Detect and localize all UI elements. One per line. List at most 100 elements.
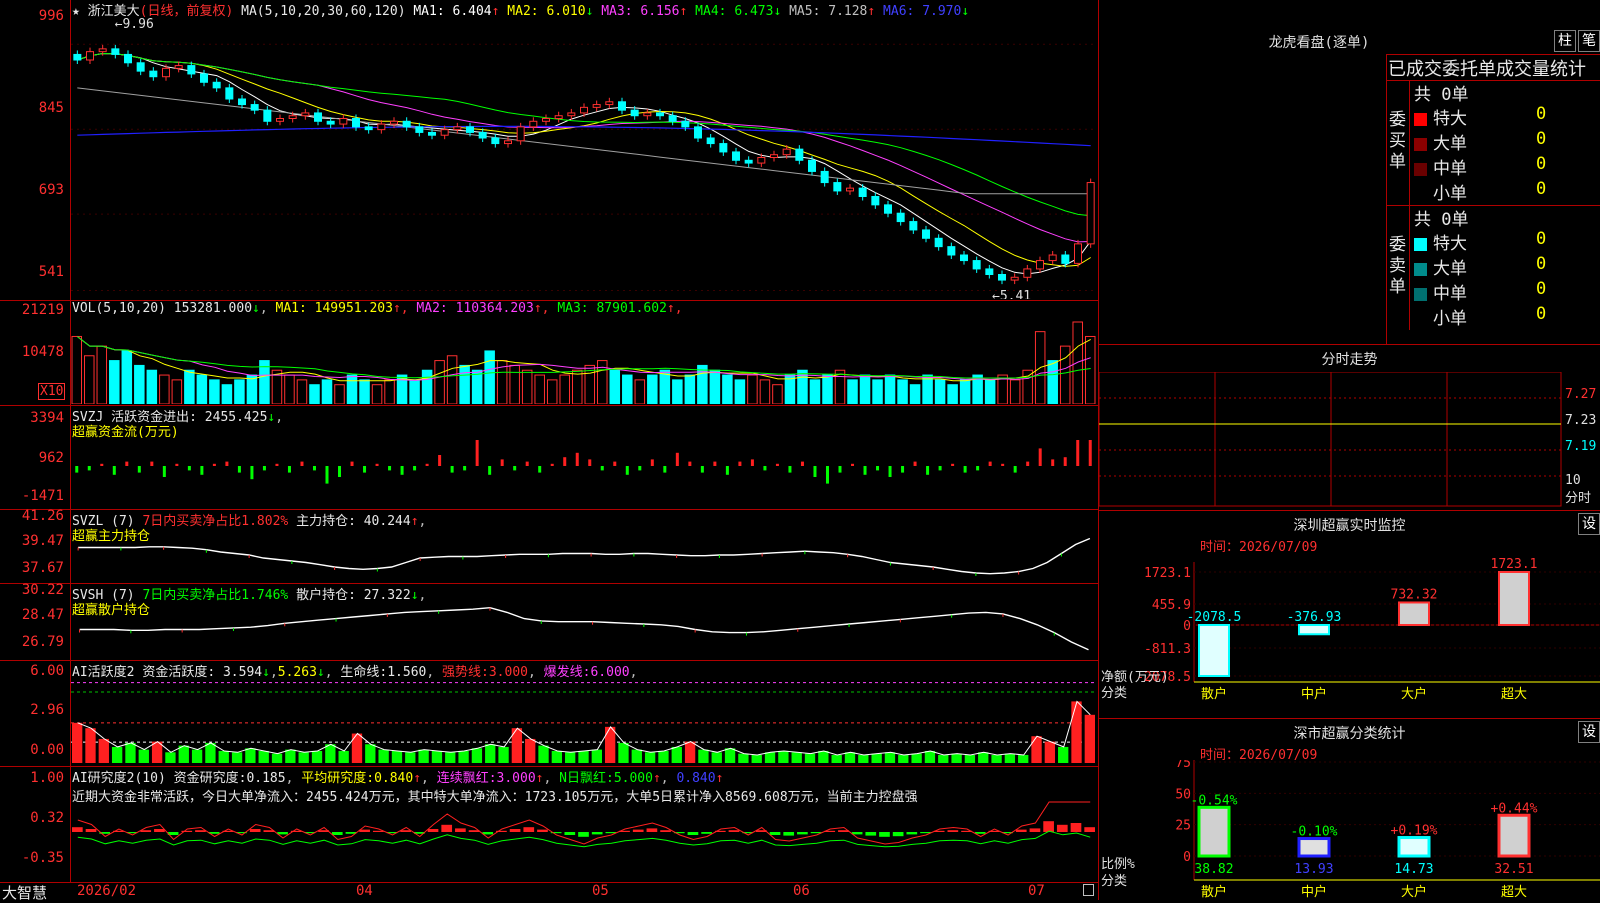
activity-bar [565, 752, 576, 763]
activity-bar [1071, 701, 1082, 763]
tick-mode-button[interactable]: 笔 [1578, 30, 1600, 52]
svzl-ratio: 7日内买卖净占比1.802% [142, 514, 289, 529]
research-bar [564, 832, 576, 835]
ai1-title: AI活跃度2 [72, 665, 135, 680]
volume-bar [459, 364, 470, 404]
volume-bar [296, 379, 308, 404]
activity-bar [191, 749, 203, 763]
research-bar [1043, 821, 1054, 832]
volume-bar [559, 374, 570, 404]
svsh-chart[interactable] [71, 600, 1097, 659]
flow-bar [838, 466, 842, 473]
volume-bar [521, 369, 533, 404]
monitor-settings-button[interactable]: 设 [1578, 513, 1600, 535]
svsh-label: 散户持仓: [296, 588, 356, 603]
flow-bar [851, 463, 855, 466]
flow-bar [976, 466, 980, 471]
research-bar [277, 832, 288, 835]
research-bar [947, 830, 959, 832]
research-bar [400, 830, 411, 832]
candle [846, 187, 854, 192]
flow-bar [650, 459, 654, 466]
ratio-change-label: +0.19% [1391, 824, 1438, 839]
volume-bar [221, 384, 233, 404]
bar-mode-button[interactable]: 柱 [1554, 30, 1576, 52]
intraday-label: 分时 [1565, 491, 1591, 506]
flow-bar [600, 466, 604, 471]
candle [554, 115, 563, 120]
flow-bar [488, 466, 492, 475]
classify-settings-button[interactable]: 设 [1578, 721, 1600, 743]
candle [314, 112, 322, 122]
activity-bar [751, 754, 762, 763]
research-bar [372, 830, 384, 832]
volume-bar [546, 379, 558, 404]
category-label: 散户 [1201, 686, 1227, 702]
ai2-label4: N日飘红: [559, 771, 614, 786]
side-label: 分类 [1101, 686, 1127, 701]
ai2-value1: 0.185 [246, 771, 286, 786]
candle [744, 159, 753, 164]
candle [73, 53, 82, 61]
ai-research-chart[interactable] [71, 800, 1097, 881]
svzj-value: 2455.425 [204, 410, 268, 425]
volume-bar [534, 374, 545, 404]
volume-bar [959, 379, 971, 404]
volume-bar [334, 384, 345, 404]
flow-bar [550, 463, 554, 466]
research-bar [783, 832, 795, 836]
up-arrow-icon: ↑ [413, 771, 422, 786]
volume-bar [884, 374, 896, 404]
candle [415, 126, 424, 133]
volume-bar [872, 379, 883, 404]
activity-bar [151, 741, 163, 763]
lock-icon[interactable] [1083, 884, 1094, 896]
flow-bar [988, 461, 992, 466]
flow-bar [513, 466, 517, 471]
volume-chart[interactable] [71, 318, 1097, 404]
activity-bar [98, 738, 109, 763]
candle [136, 62, 145, 72]
monitor-chart[interactable]: 1723.1455.90-811.3-2078.5-2078.5散户-376.9… [1099, 552, 1600, 718]
research-bar [441, 824, 453, 832]
research-bar [687, 832, 699, 835]
research-bar [632, 829, 644, 832]
candle [808, 159, 816, 172]
vol-tick: 10 [1565, 473, 1581, 488]
net-value-label: 1723.1 [1491, 557, 1538, 572]
flow-bar [563, 457, 567, 466]
ratio-bar [1397, 836, 1431, 858]
order-label: 特大 [1433, 234, 1467, 254]
flow-bar [438, 455, 442, 466]
order-label: 中单 [1433, 284, 1467, 304]
candle [820, 170, 829, 184]
activity-bar [231, 752, 243, 763]
y-tick-label: 21219 [21, 302, 64, 318]
candle [1036, 260, 1044, 270]
y-tick-label: 845 [38, 100, 64, 116]
classify-chart[interactable]: 75 50 25 0 -0.54% 38.82 散户 -0.10% 13.93 中户 +0.19% 1… [1099, 760, 1600, 900]
vol-ma-arrow-icon: ↑, [666, 301, 683, 316]
flow-bar [613, 461, 617, 466]
candlestick-chart[interactable]: ←9.96 ←5.41 [71, 16, 1097, 299]
svzj-chart[interactable] [71, 440, 1097, 504]
x-label: 07 [1028, 883, 1045, 899]
candle [301, 112, 310, 117]
activity-bar [391, 750, 403, 763]
svzl-chart[interactable] [71, 525, 1097, 582]
ai2-value2: 0.840 [374, 771, 414, 786]
flow-bar [287, 466, 291, 473]
up-arrow-icon: ↑ [410, 514, 419, 529]
volume-bar [284, 374, 295, 404]
unit-badge[interactable]: X10 [38, 383, 66, 400]
svsh-value: 27.322 [363, 588, 411, 603]
vol-ma-name: MA3: [549, 301, 597, 316]
candle [681, 120, 690, 128]
candle [1048, 254, 1057, 262]
order-row: 特大 0 [1414, 104, 1594, 129]
svzl-value: 40.244 [363, 514, 411, 529]
intraday-chart[interactable]: 7.27 7.23 7.19 10 分时 [1099, 372, 1600, 508]
candle [263, 109, 272, 122]
ai-activity-chart[interactable] [71, 676, 1097, 765]
monitor-title: 深圳超赢实时监控 [1293, 518, 1406, 534]
